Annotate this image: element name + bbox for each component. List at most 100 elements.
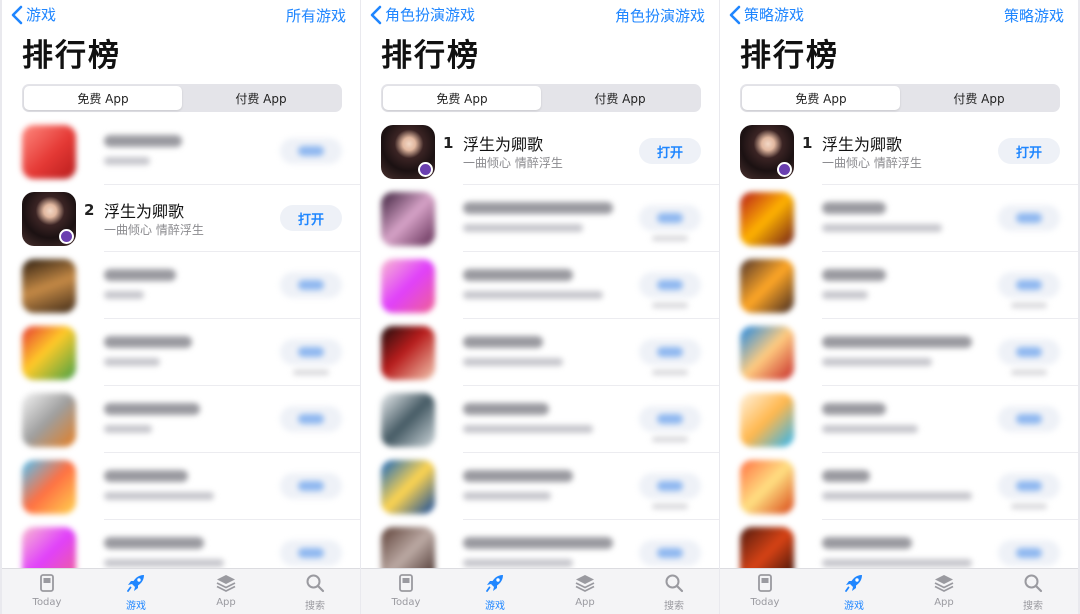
blurred-name (822, 269, 886, 281)
rocket-icon (127, 575, 144, 592)
tab-today[interactable]: Today (735, 572, 795, 608)
get-button[interactable] (639, 473, 701, 499)
get-button[interactable] (280, 339, 342, 365)
list-item[interactable] (720, 319, 1078, 386)
app-name: 浮生为卿歌 (104, 202, 185, 221)
open-button[interactable]: 打开 (280, 205, 342, 231)
open-button[interactable]: 打开 (639, 138, 701, 164)
page-title: 排行榜 (22, 38, 121, 74)
get-button[interactable] (998, 205, 1060, 231)
tab-search[interactable]: 搜索 (1003, 572, 1063, 612)
blurred-name (104, 537, 204, 549)
search-icon (1024, 574, 1043, 593)
list-item[interactable] (361, 185, 719, 252)
list-item[interactable] (2, 386, 360, 453)
today-icon (399, 574, 413, 592)
tab-apps[interactable]: App (196, 572, 256, 608)
list-item[interactable] (720, 453, 1078, 520)
segment-paid[interactable]: 付费 App (541, 86, 699, 110)
chart-panel-games: 游戏 所有游戏 排行榜 免费 App 付费 App 2 浮生为卿歌 一曲倾心 情… (2, 0, 360, 614)
category-link[interactable]: 策略游戏 (1004, 5, 1064, 27)
search-icon (306, 574, 325, 593)
segment-free[interactable]: 免费 App (383, 86, 541, 110)
list-item[interactable] (361, 453, 719, 520)
blurred-subtitle (822, 425, 918, 433)
rocket-icon (845, 575, 862, 592)
list-item[interactable] (2, 252, 360, 319)
back-button[interactable]: 游戏 (10, 4, 56, 26)
list-item[interactable] (2, 118, 360, 185)
blurred-subtitle (822, 224, 942, 232)
tab-search[interactable]: 搜索 (644, 572, 704, 612)
tab-today[interactable]: Today (17, 572, 77, 608)
publisher-badge-icon (777, 162, 792, 177)
list-item[interactable] (2, 453, 360, 520)
get-button[interactable] (280, 540, 342, 566)
get-button[interactable] (639, 406, 701, 432)
list-item[interactable] (720, 252, 1078, 319)
get-button[interactable] (998, 540, 1060, 566)
tab-games[interactable]: 游戏 (465, 572, 525, 612)
tab-games[interactable]: 游戏 (106, 572, 166, 612)
list-item-featured[interactable]: 2 浮生为卿歌 一曲倾心 情醉浮生 打开 (2, 185, 360, 252)
get-button[interactable] (280, 406, 342, 432)
in-app-purchase-note (652, 504, 688, 509)
all-games-link[interactable]: 所有游戏 (286, 5, 346, 27)
navigation-bar: 策略游戏 策略游戏 (720, 0, 1078, 30)
segment-free[interactable]: 免费 App (742, 86, 900, 110)
get-button[interactable] (998, 339, 1060, 365)
blurred-name (104, 403, 200, 415)
list-item-featured[interactable]: 1 浮生为卿歌 一曲倾心 情醉浮生 打开 (720, 118, 1078, 185)
get-button[interactable] (280, 272, 342, 298)
get-button[interactable] (639, 205, 701, 231)
blurred-subtitle (822, 559, 972, 567)
today-icon (758, 574, 772, 592)
get-button[interactable] (280, 138, 342, 164)
blurred-subtitle (463, 559, 573, 567)
back-button[interactable]: 策略游戏 (728, 4, 804, 26)
search-icon (665, 574, 684, 593)
get-button[interactable] (998, 406, 1060, 432)
list-item[interactable] (361, 252, 719, 319)
rank-number: 2 (84, 201, 95, 219)
in-app-purchase-note (652, 370, 688, 375)
get-button[interactable] (639, 339, 701, 365)
list-item[interactable] (361, 319, 719, 386)
blurred-subtitle (822, 492, 972, 500)
tab-games[interactable]: 游戏 (824, 572, 884, 612)
get-button[interactable] (280, 473, 342, 499)
segment-paid[interactable]: 付费 App (900, 86, 1058, 110)
back-button[interactable]: 角色扮演游戏 (369, 4, 475, 26)
app-icon (22, 259, 76, 313)
segment-paid[interactable]: 付费 App (182, 86, 340, 110)
list-item[interactable] (361, 386, 719, 453)
open-button[interactable]: 打开 (998, 138, 1060, 164)
list-item[interactable] (720, 185, 1078, 252)
blurred-name (822, 336, 972, 348)
tab-apps[interactable]: App (914, 572, 974, 608)
get-button[interactable] (639, 540, 701, 566)
blurred-subtitle (463, 291, 603, 299)
app-subtitle: 一曲倾心 情醉浮生 (463, 156, 563, 170)
tab-label: Today (750, 597, 780, 608)
rank-number: 1 (802, 134, 813, 152)
category-link[interactable]: 角色扮演游戏 (615, 5, 705, 27)
tab-search[interactable]: 搜索 (285, 572, 345, 612)
app-icon (740, 192, 794, 246)
chart-panel-strategy: 策略游戏 策略游戏 排行榜 免费 App 付费 App 1 浮生为卿歌 一曲倾心… (720, 0, 1078, 614)
get-button[interactable] (998, 272, 1060, 298)
get-button[interactable] (998, 473, 1060, 499)
in-app-purchase-note (652, 236, 688, 241)
list-item[interactable] (2, 319, 360, 386)
app-icon (740, 259, 794, 313)
tab-today[interactable]: Today (376, 572, 436, 608)
segment-free[interactable]: 免费 App (24, 86, 182, 110)
blurred-name (463, 537, 613, 549)
stack-icon (934, 575, 954, 592)
tab-apps[interactable]: App (555, 572, 615, 608)
back-label: 策略游戏 (744, 6, 805, 24)
list-item-featured[interactable]: 1 浮生为卿歌 一曲倾心 情醉浮生 打开 (361, 118, 719, 185)
list-item[interactable] (720, 386, 1078, 453)
page-title: 排行榜 (740, 38, 839, 74)
get-button[interactable] (639, 272, 701, 298)
